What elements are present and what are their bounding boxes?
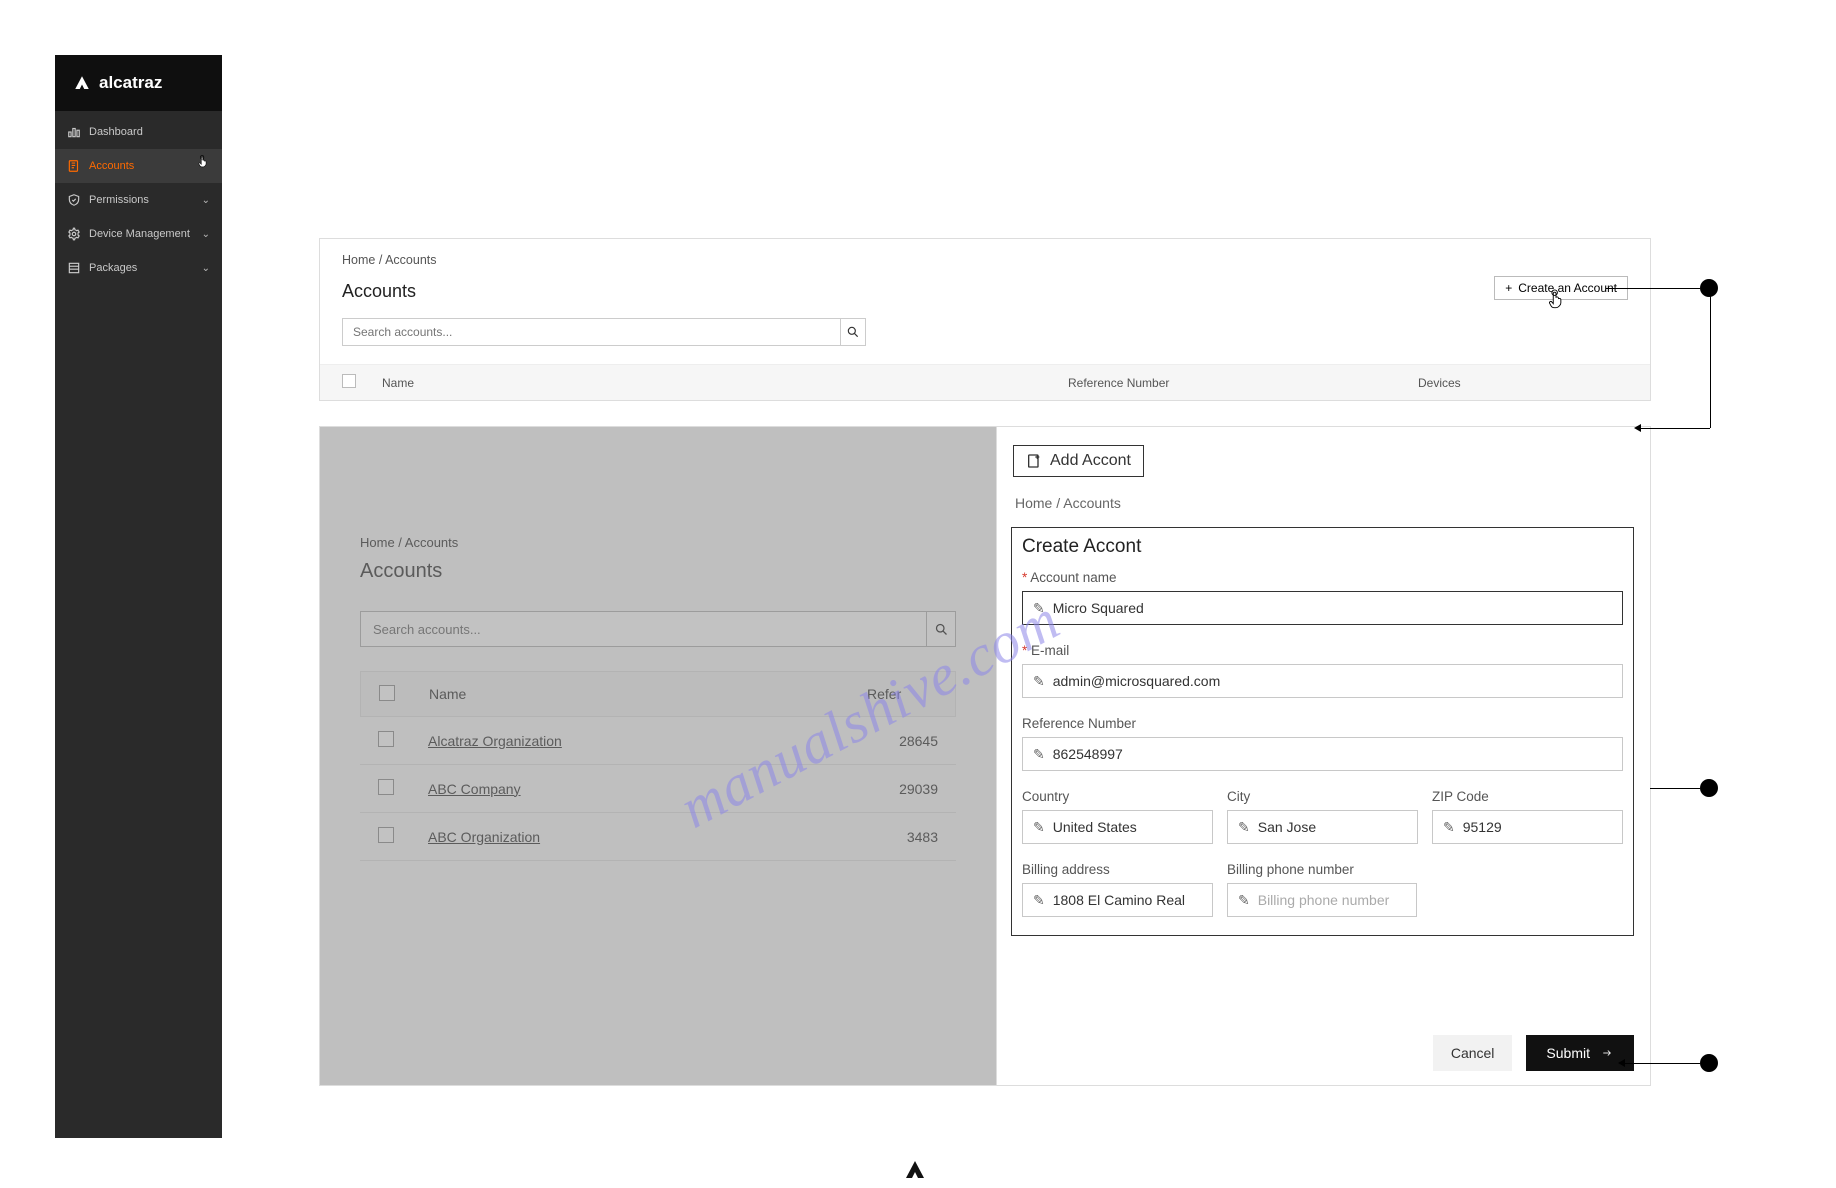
plus-icon: + xyxy=(1505,281,1512,295)
create-account-label: Create an Account xyxy=(1518,281,1617,295)
reference-value: 862548997 xyxy=(1053,746,1123,762)
country-label: Country xyxy=(1022,789,1213,804)
sidebar-header: alcatraz xyxy=(55,55,222,111)
add-account-badge: Add Accont xyxy=(1013,445,1144,477)
chevron-down-icon: ⌄ xyxy=(202,195,210,206)
account-name-value: Micro Squared xyxy=(1053,600,1144,616)
search-button[interactable] xyxy=(840,318,866,346)
sidebar-item-dashboard[interactable]: Dashboard xyxy=(55,115,222,149)
arrow-right-icon xyxy=(1600,1045,1614,1061)
email-input[interactable]: ✎ admin@microsquared.com xyxy=(1022,664,1623,698)
reference-label: Reference Number xyxy=(1022,716,1623,731)
tap-cursor-icon xyxy=(196,155,218,177)
country-value: United States xyxy=(1053,819,1137,835)
edit-icon: ✎ xyxy=(1443,819,1455,836)
annotation-line xyxy=(1624,1063,1700,1064)
sidebar-nav: Dashboard Accounts Permissions ⌄ Device … xyxy=(55,111,222,285)
email-label: E-mail xyxy=(1022,643,1623,658)
search-wrap xyxy=(342,318,1628,346)
accounts-list-dimmed: Home / Accounts Accounts Name Refer Alca… xyxy=(319,426,997,1086)
zip-value: 95129 xyxy=(1463,819,1502,835)
edit-icon: ✎ xyxy=(1033,819,1045,836)
annotation-arrow-icon xyxy=(1634,424,1641,432)
dim-overlay xyxy=(320,427,996,1085)
column-devices: Devices xyxy=(1418,376,1628,390)
footer-logo-icon xyxy=(903,1158,927,1187)
column-name: Name xyxy=(382,376,1068,390)
sidebar-item-packages[interactable]: Packages ⌄ xyxy=(55,251,222,285)
select-all-checkbox[interactable] xyxy=(342,374,356,388)
edit-icon: ✎ xyxy=(1238,892,1250,909)
reference-input[interactable]: ✎ 862548997 xyxy=(1022,737,1623,771)
billing-address-label: Billing address xyxy=(1022,862,1213,877)
account-name-label: Account name xyxy=(1022,570,1623,585)
city-value: San Jose xyxy=(1258,819,1316,835)
billing-phone-placeholder: Billing phone number xyxy=(1258,892,1390,908)
accounts-panel: Home / Accounts Accounts + Create an Acc… xyxy=(319,238,1651,401)
tap-cursor-icon xyxy=(1545,289,1567,311)
annotation-dot xyxy=(1700,779,1718,797)
sidebar-item-label: Device Management xyxy=(89,228,190,240)
sidebar-item-accounts[interactable]: Accounts xyxy=(55,149,222,183)
edit-icon: ✎ xyxy=(1033,600,1045,617)
create-account-drawer: Add Accont Home / Accounts Create Accont… xyxy=(997,426,1651,1086)
annotation-line xyxy=(1640,428,1710,429)
breadcrumb-home[interactable]: Home xyxy=(1015,495,1052,511)
column-reference: Reference Number xyxy=(1068,376,1418,390)
sidebar-item-label: Packages xyxy=(89,262,137,274)
country-input[interactable]: ✎ United States xyxy=(1022,810,1213,844)
breadcrumb: Home / Accounts xyxy=(342,253,1628,267)
brand-logo-icon xyxy=(73,74,91,92)
breadcrumb-current: Accounts xyxy=(385,253,436,267)
sidebar-item-label: Permissions xyxy=(89,194,149,206)
search-icon xyxy=(846,325,860,339)
table-head: Name Reference Number Devices xyxy=(320,364,1650,400)
annotation-line xyxy=(1710,288,1711,428)
zip-input[interactable]: ✎ 95129 xyxy=(1432,810,1623,844)
form-title: Create Accont xyxy=(1022,536,1623,558)
page-title: Accounts xyxy=(342,281,416,302)
sidebar: alcatraz Dashboard Accounts Permissions … xyxy=(55,55,222,1138)
annotation-dot xyxy=(1700,1054,1718,1072)
accounts-modal-area: Home / Accounts Accounts Name Refer Alca… xyxy=(319,426,1651,1086)
email-value: admin@microsquared.com xyxy=(1053,673,1221,689)
edit-icon: ✎ xyxy=(1033,673,1045,690)
chevron-down-icon: ⌄ xyxy=(202,229,210,240)
cancel-button[interactable]: Cancel xyxy=(1433,1035,1513,1071)
brand-name: alcatraz xyxy=(99,73,162,93)
zip-label: ZIP Code xyxy=(1432,789,1623,804)
annotation-arrow-icon xyxy=(1618,1059,1625,1067)
sidebar-item-label: Accounts xyxy=(89,160,134,172)
breadcrumb-current: Accounts xyxy=(1063,495,1121,511)
add-account-label: Add Accont xyxy=(1050,452,1131,470)
search-input[interactable] xyxy=(342,318,840,346)
city-label: City xyxy=(1227,789,1418,804)
form-actions: Cancel Submit xyxy=(1433,1035,1634,1071)
breadcrumb: Home / Accounts xyxy=(1015,495,1121,511)
account-name-input[interactable]: ✎ Micro Squared xyxy=(1022,591,1623,625)
billing-address-input[interactable]: ✎ 1808 El Camino Real xyxy=(1022,883,1213,917)
billing-address-value: 1808 El Camino Real xyxy=(1053,892,1185,908)
sidebar-item-label: Dashboard xyxy=(89,126,143,138)
edit-icon: ✎ xyxy=(1033,892,1045,909)
billing-phone-input[interactable]: ✎ Billing phone number xyxy=(1227,883,1417,917)
sidebar-item-device-management[interactable]: Device Management ⌄ xyxy=(55,217,222,251)
create-account-form: Create Accont Account name ✎ Micro Squar… xyxy=(1011,527,1634,936)
city-input[interactable]: ✎ San Jose xyxy=(1227,810,1418,844)
submit-label: Submit xyxy=(1546,1045,1590,1061)
chevron-down-icon: ⌄ xyxy=(202,263,210,274)
annotation-line xyxy=(1650,788,1700,789)
billing-phone-label: Billing phone number xyxy=(1227,862,1418,877)
sidebar-item-permissions[interactable]: Permissions ⌄ xyxy=(55,183,222,217)
annotation-line xyxy=(1606,288,1700,289)
annotation-dot xyxy=(1700,279,1718,297)
add-account-icon xyxy=(1026,453,1042,469)
edit-icon: ✎ xyxy=(1033,746,1045,763)
breadcrumb-home[interactable]: Home xyxy=(342,253,375,267)
edit-icon: ✎ xyxy=(1238,819,1250,836)
